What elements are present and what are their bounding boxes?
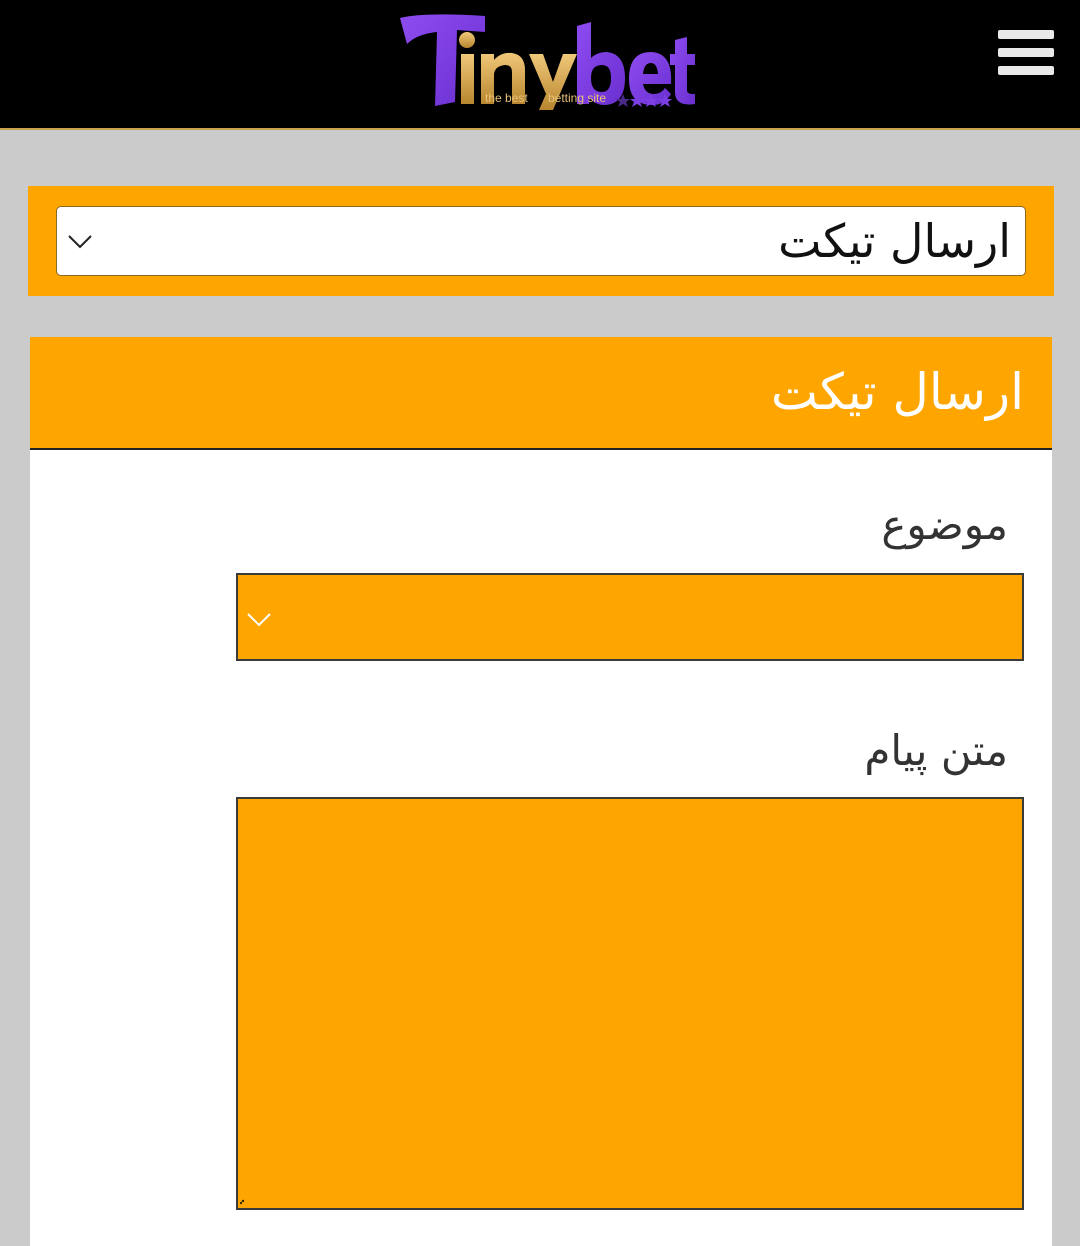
resize-handle-icon[interactable] bbox=[238, 1198, 248, 1208]
top-header: the best betting site bbox=[0, 0, 1080, 130]
chevron-down-icon bbox=[68, 235, 92, 249]
page-nav-select[interactable]: ارسال تیکت bbox=[56, 206, 1026, 276]
page-nav-strip: ارسال تیکت bbox=[28, 186, 1054, 296]
tinybet-logo[interactable]: the best betting site bbox=[395, 10, 695, 118]
ticket-form-title: ارسال تیکت bbox=[770, 363, 1024, 421]
subject-label: موضوع bbox=[881, 500, 1008, 549]
hamburger-menu-icon[interactable] bbox=[994, 26, 1056, 80]
message-label: متن پیام bbox=[864, 726, 1008, 775]
logo-tagline-left: the best bbox=[485, 91, 528, 105]
logo-tagline-right: betting site bbox=[548, 91, 606, 105]
ticket-form-card: ارسال تیکت موضوع متن پیام bbox=[30, 337, 1052, 1246]
ticket-form-header: ارسال تیکت bbox=[30, 337, 1052, 450]
subject-select[interactable] bbox=[236, 573, 1024, 661]
message-textarea[interactable] bbox=[236, 797, 1024, 1210]
page-nav-selected-label: ارسال تیکت bbox=[778, 214, 1011, 268]
chevron-down-icon bbox=[247, 613, 271, 627]
